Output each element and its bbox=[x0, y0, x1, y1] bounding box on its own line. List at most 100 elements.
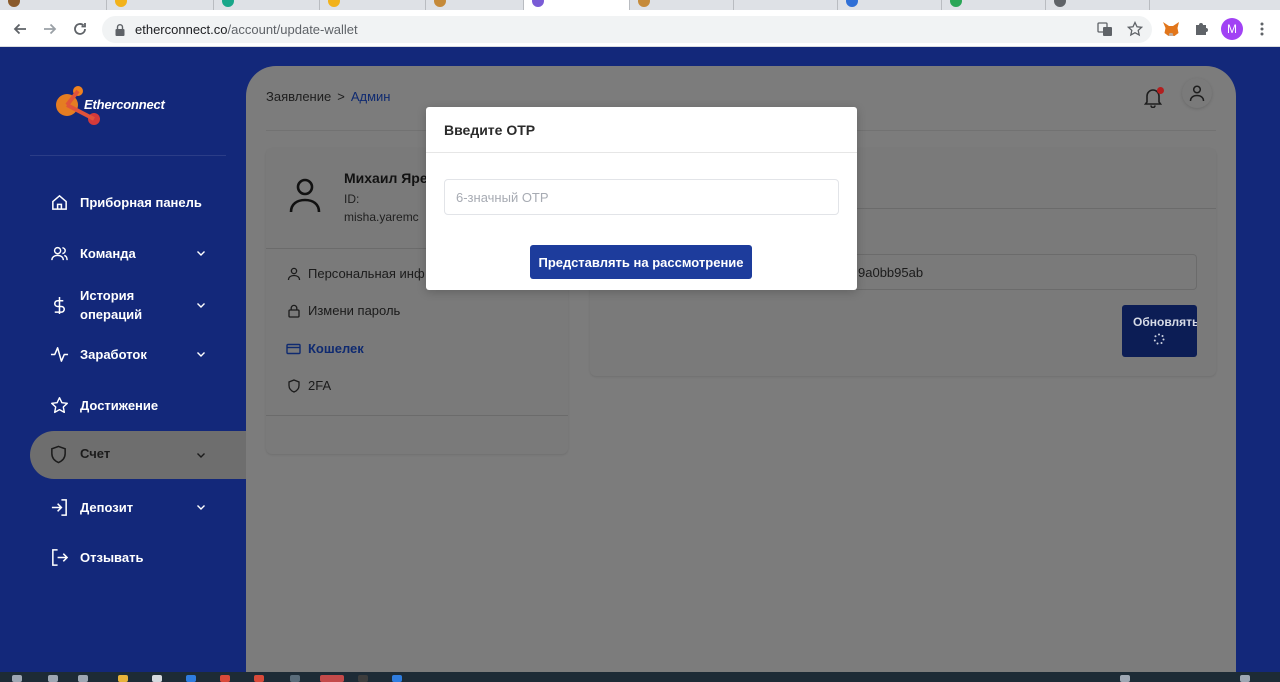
user-menu-button[interactable] bbox=[1182, 78, 1212, 108]
taskbar-app-icon[interactable] bbox=[290, 675, 300, 682]
submit-button[interactable]: Представлять на рассмотрение bbox=[530, 245, 752, 279]
sidebar-item-label: Команда bbox=[80, 245, 136, 261]
taskbar-app-icon[interactable] bbox=[392, 675, 402, 682]
browser-menu-button[interactable] bbox=[1251, 18, 1273, 40]
browser-tab[interactable] bbox=[734, 0, 838, 10]
chevron-down-icon bbox=[197, 251, 205, 256]
modal-title: Введите OTP bbox=[444, 122, 536, 138]
activity-icon bbox=[49, 344, 69, 364]
breadcrumb-separator: > bbox=[337, 89, 345, 104]
task-view-icon[interactable] bbox=[78, 675, 88, 682]
browser-tab[interactable] bbox=[0, 0, 107, 10]
star-outline-icon bbox=[1127, 21, 1143, 37]
back-button[interactable] bbox=[8, 17, 32, 41]
metamask-extension[interactable] bbox=[1160, 18, 1182, 40]
sidebar-item-dashboard[interactable]: Приборная панель bbox=[0, 191, 246, 213]
credit-card-icon bbox=[286, 341, 301, 356]
browser-tab[interactable] bbox=[942, 0, 1046, 10]
puzzle-icon bbox=[1196, 23, 1208, 35]
modal-divider bbox=[426, 152, 857, 153]
translate-icon bbox=[1097, 22, 1112, 36]
lock-icon bbox=[115, 23, 125, 36]
sidebar-item-label: История операций bbox=[80, 288, 143, 322]
browser-tab[interactable] bbox=[426, 0, 524, 10]
notification-center-icon[interactable] bbox=[1240, 675, 1250, 682]
sidebar-item-team[interactable]: Команда bbox=[0, 242, 246, 264]
menu-2fa[interactable]: 2FA bbox=[286, 378, 331, 393]
menu-label: Кошелек bbox=[308, 341, 364, 356]
sidebar-item-deposit[interactable]: Депозит bbox=[0, 496, 246, 518]
taskbar-app-icon[interactable] bbox=[220, 675, 230, 682]
sidebar-item-achievement[interactable]: Достижение bbox=[0, 394, 246, 416]
browser-tab[interactable] bbox=[630, 0, 734, 10]
card-divider bbox=[266, 415, 568, 416]
menu-label: Персональная инф bbox=[308, 266, 425, 281]
user-email: misha.yaremc bbox=[344, 210, 419, 224]
browser-tab[interactable] bbox=[214, 0, 320, 10]
taskbar-app-icon[interactable] bbox=[254, 675, 264, 682]
breadcrumb: Заявление > Админ bbox=[266, 89, 390, 104]
chevron-down-icon bbox=[197, 453, 205, 458]
start-icon[interactable] bbox=[12, 675, 22, 682]
taskbar-app-icon[interactable] bbox=[152, 675, 162, 682]
sidebar-item-label: Отзывать bbox=[80, 549, 144, 565]
extensions-button[interactable] bbox=[1190, 18, 1212, 40]
sidebar-item-label: Счет bbox=[80, 446, 111, 461]
os-taskbar bbox=[0, 672, 1280, 682]
sidebar-item-label: Достижение bbox=[80, 397, 159, 413]
user-icon bbox=[286, 266, 301, 281]
taskbar-app-icon[interactable] bbox=[186, 675, 196, 682]
sidebar-item-logout[interactable]: Отзывать bbox=[0, 546, 246, 568]
browser-tab[interactable] bbox=[1046, 0, 1150, 10]
app-window: Etherconnect Приборная панель Команда Ис… bbox=[0, 47, 1280, 672]
sidebar-item-label: Приборная панель bbox=[80, 194, 202, 210]
address-bar[interactable]: etherconnect.co/account/update-wallet bbox=[102, 16, 1152, 43]
breadcrumb-parent[interactable]: Заявление bbox=[266, 89, 331, 104]
users-icon bbox=[49, 243, 69, 263]
menu-personal-info[interactable]: Персональная инф bbox=[286, 266, 425, 281]
taskbar-app-icon[interactable] bbox=[320, 675, 344, 682]
update-button-label: Обновлять bbox=[1133, 315, 1197, 329]
sidebar-item-account-active[interactable]: Счет bbox=[30, 431, 246, 479]
update-button[interactable]: Обновлять bbox=[1122, 305, 1197, 357]
browser-tab-strip bbox=[0, 0, 1280, 10]
forward-button[interactable] bbox=[38, 17, 62, 41]
browser-tab[interactable] bbox=[838, 0, 942, 10]
browser-tab[interactable] bbox=[107, 0, 214, 10]
sidebar-item-history[interactable]: История операций bbox=[0, 285, 246, 325]
reload-icon bbox=[74, 23, 86, 35]
browser-tab[interactable] bbox=[320, 0, 426, 10]
sidebar-item-earnings[interactable]: Заработок bbox=[0, 343, 246, 365]
address-url: etherconnect.co/account/update-wallet bbox=[135, 22, 358, 37]
search-icon[interactable] bbox=[48, 675, 58, 682]
shield-icon bbox=[49, 445, 68, 469]
sidebar-item-label: Заработок bbox=[80, 346, 147, 362]
menu-change-password[interactable]: Измени пароль bbox=[286, 303, 400, 318]
sidebar-divider bbox=[30, 155, 226, 156]
fox-icon bbox=[1163, 22, 1179, 36]
tray-icon[interactable] bbox=[1120, 675, 1130, 682]
user-icon bbox=[1189, 85, 1205, 102]
notification-dot bbox=[1157, 87, 1164, 94]
logout-icon bbox=[49, 547, 69, 567]
chevron-down-icon bbox=[197, 352, 205, 357]
menu-wallet[interactable]: Кошелек bbox=[286, 341, 364, 356]
avatar-icon bbox=[289, 178, 321, 213]
bookmark-button[interactable] bbox=[1124, 18, 1146, 40]
chevron-down-icon bbox=[197, 303, 205, 308]
browser-tab-active[interactable] bbox=[524, 0, 630, 10]
taskbar-app-icon[interactable] bbox=[358, 675, 368, 682]
menu-label: Измени пароль bbox=[308, 303, 401, 318]
folder-icon[interactable] bbox=[118, 675, 128, 682]
arrow-left-icon bbox=[13, 23, 26, 35]
sidebar-item-label: Депозит bbox=[80, 499, 134, 515]
profile-avatar[interactable]: M bbox=[1221, 18, 1243, 40]
reload-button[interactable] bbox=[68, 17, 92, 41]
more-vertical-icon bbox=[1260, 22, 1264, 36]
otp-input[interactable] bbox=[444, 179, 839, 215]
chevron-down-icon bbox=[197, 505, 205, 510]
url-path: /account/update-wallet bbox=[227, 22, 358, 37]
browser-toolbar: etherconnect.co/account/update-wallet M bbox=[0, 10, 1280, 47]
translate-button[interactable] bbox=[1094, 18, 1116, 40]
wallet-address-value: 9a0bb95ab bbox=[858, 265, 924, 280]
